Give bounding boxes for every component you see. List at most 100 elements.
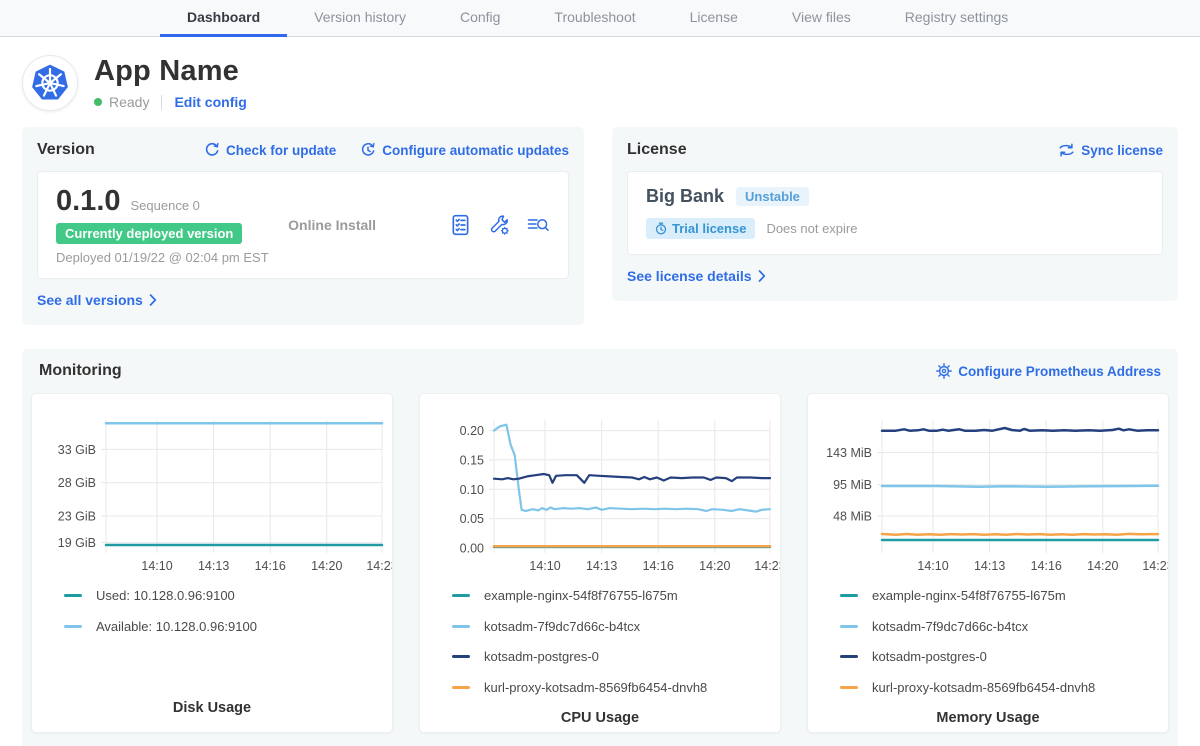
sync-license-label: Sync license: [1081, 143, 1163, 158]
legend-dash: [452, 686, 470, 689]
app-header: App Name Ready Edit config: [0, 37, 1200, 111]
license-card-title: License: [627, 141, 687, 159]
chart-title: Disk Usage: [32, 700, 392, 716]
chart-legend: example-nginx-54f8f76755-l675m kotsadm-7f…: [420, 588, 780, 710]
license-name: Big Bank: [646, 186, 724, 207]
tab-registry-settings[interactable]: Registry settings: [878, 0, 1035, 37]
install-type: Online Install: [288, 185, 450, 265]
see-all-versions-label: See all versions: [37, 292, 143, 308]
svg-text:0.20: 0.20: [460, 424, 484, 438]
view-logs-button[interactable]: [526, 214, 550, 236]
svg-text:0.00: 0.00: [460, 542, 484, 556]
svg-text:14:10: 14:10: [917, 559, 948, 573]
trial-license-label: Trial license: [672, 221, 746, 236]
chart-legend: Used: 10.128.0.96:9100 Available: 10.128.…: [32, 588, 392, 649]
legend-item: kurl-proxy-kotsadm-8569fb6454-dnvh8: [452, 680, 780, 695]
channel-badge: Unstable: [736, 187, 809, 206]
chevron-right-icon: [758, 270, 766, 282]
legend-dash: [840, 655, 858, 658]
top-nav: Dashboard Version history Config Trouble…: [0, 0, 1200, 37]
svg-text:14:20: 14:20: [1087, 559, 1118, 573]
edit-config-link[interactable]: Edit config: [174, 94, 246, 110]
wrench-gear-icon: [488, 214, 510, 236]
tab-version-history[interactable]: Version history: [287, 0, 433, 37]
see-license-details-label: See license details: [627, 268, 752, 284]
disk-usage-card: 14:1014:1314:1614:2014:2333 GiB28 GiB23 …: [31, 393, 393, 733]
tab-view-files[interactable]: View files: [765, 0, 878, 37]
svg-text:48 MiB: 48 MiB: [833, 510, 872, 524]
legend-label: kurl-proxy-kotsadm-8569fb6454-dnvh8: [872, 680, 1095, 695]
cpu-usage-card: 14:10 14:13 14:16 14:20 14:23 0.20 0.15 0.10 0.0…: [419, 393, 781, 733]
svg-text:14:16: 14:16: [255, 559, 286, 573]
refresh-icon: [204, 142, 220, 158]
chart-title: CPU Usage: [420, 710, 780, 726]
legend-label: Available: 10.128.0.96:9100: [96, 619, 257, 634]
kubernetes-icon: [30, 63, 70, 103]
chevron-right-icon: [149, 294, 157, 306]
checklist-icon: [450, 214, 472, 236]
legend-item: example-nginx-54f8f76755-l675m: [452, 588, 780, 603]
svg-text:14:23: 14:23: [754, 559, 781, 573]
status-text: Ready: [109, 94, 149, 110]
legend-dash: [840, 594, 858, 597]
preflight-checks-button[interactable]: [450, 214, 472, 236]
version-card-title: Version: [37, 141, 95, 159]
svg-text:0.15: 0.15: [460, 453, 484, 467]
svg-text:143 MiB: 143 MiB: [826, 446, 872, 460]
current-version-panel: 0.1.0 Sequence 0 Currently deployed vers…: [37, 171, 569, 279]
svg-text:14:13: 14:13: [586, 559, 617, 573]
sync-arrows-icon: [1058, 143, 1075, 157]
svg-text:14:10: 14:10: [529, 559, 560, 573]
legend-label: kotsadm-7f9dc7d66c-b4tcx: [872, 619, 1028, 634]
see-license-details-link[interactable]: See license details: [627, 268, 766, 284]
version-number: 0.1.0: [56, 185, 121, 218]
configure-prometheus-link[interactable]: Configure Prometheus Address: [936, 363, 1161, 379]
stopwatch-icon: [655, 222, 667, 235]
legend-dash: [840, 625, 858, 628]
chart-legend: example-nginx-54f8f76755-l675m kotsadm-7f…: [808, 588, 1168, 710]
svg-text:14:23: 14:23: [1142, 559, 1169, 573]
gear-icon: [936, 363, 952, 379]
configure-auto-updates-link[interactable]: Configure automatic updates: [360, 142, 569, 158]
tab-troubleshoot[interactable]: Troubleshoot: [527, 0, 662, 37]
monitoring-title: Monitoring: [39, 362, 122, 380]
svg-text:14:20: 14:20: [699, 559, 730, 573]
memory-usage-card: 14:1014:1314:1614:2014:23143 MiB95 MiB48…: [807, 393, 1169, 733]
version-sequence: Sequence 0: [131, 198, 200, 213]
tab-license[interactable]: License: [663, 0, 765, 37]
svg-text:14:13: 14:13: [974, 559, 1005, 573]
legend-item: Used: 10.128.0.96:9100: [64, 588, 392, 603]
svg-text:0.05: 0.05: [460, 512, 484, 526]
legend-item: example-nginx-54f8f76755-l675m: [840, 588, 1168, 603]
svg-text:14:16: 14:16: [643, 559, 674, 573]
check-for-update-link[interactable]: Check for update: [204, 142, 336, 158]
legend-label: kotsadm-7f9dc7d66c-b4tcx: [484, 619, 640, 634]
clock-refresh-icon: [360, 142, 376, 158]
legend-dash: [452, 594, 470, 597]
configure-prometheus-label: Configure Prometheus Address: [958, 364, 1161, 379]
svg-text:33 GiB: 33 GiB: [58, 443, 96, 457]
svg-text:14:20: 14:20: [311, 559, 342, 573]
svg-text:28 GiB: 28 GiB: [58, 476, 96, 490]
see-all-versions-link[interactable]: See all versions: [37, 292, 157, 308]
legend-item: kotsadm-postgres-0: [452, 649, 780, 664]
svg-text:0.10: 0.10: [460, 483, 484, 497]
version-card: Version Check for update Configure au: [22, 127, 584, 325]
cpu-usage-chart: 14:10 14:13 14:16 14:20 14:23 0.20 0.15 0.10 0.0…: [420, 408, 780, 580]
legend-dash: [64, 625, 82, 628]
sync-license-link[interactable]: Sync license: [1058, 143, 1163, 158]
legend-dash: [840, 686, 858, 689]
legend-dash: [452, 625, 470, 628]
deployed-badge: Currently deployed version: [56, 223, 242, 244]
legend-item: Available: 10.128.0.96:9100: [64, 619, 392, 634]
disk-usage-chart: 14:1014:1314:1614:2014:2333 GiB28 GiB23 …: [32, 408, 392, 580]
license-panel: Big Bank Unstable Trial license Does not…: [627, 171, 1163, 255]
tab-config[interactable]: Config: [433, 0, 527, 37]
legend-item: kotsadm-7f9dc7d66c-b4tcx: [452, 619, 780, 634]
divider: [161, 95, 162, 110]
svg-text:23 GiB: 23 GiB: [58, 510, 96, 524]
tab-dashboard[interactable]: Dashboard: [160, 0, 287, 37]
edit-config-button[interactable]: [488, 214, 510, 236]
check-for-update-label: Check for update: [226, 143, 336, 158]
legend-item: kurl-proxy-kotsadm-8569fb6454-dnvh8: [840, 680, 1168, 695]
